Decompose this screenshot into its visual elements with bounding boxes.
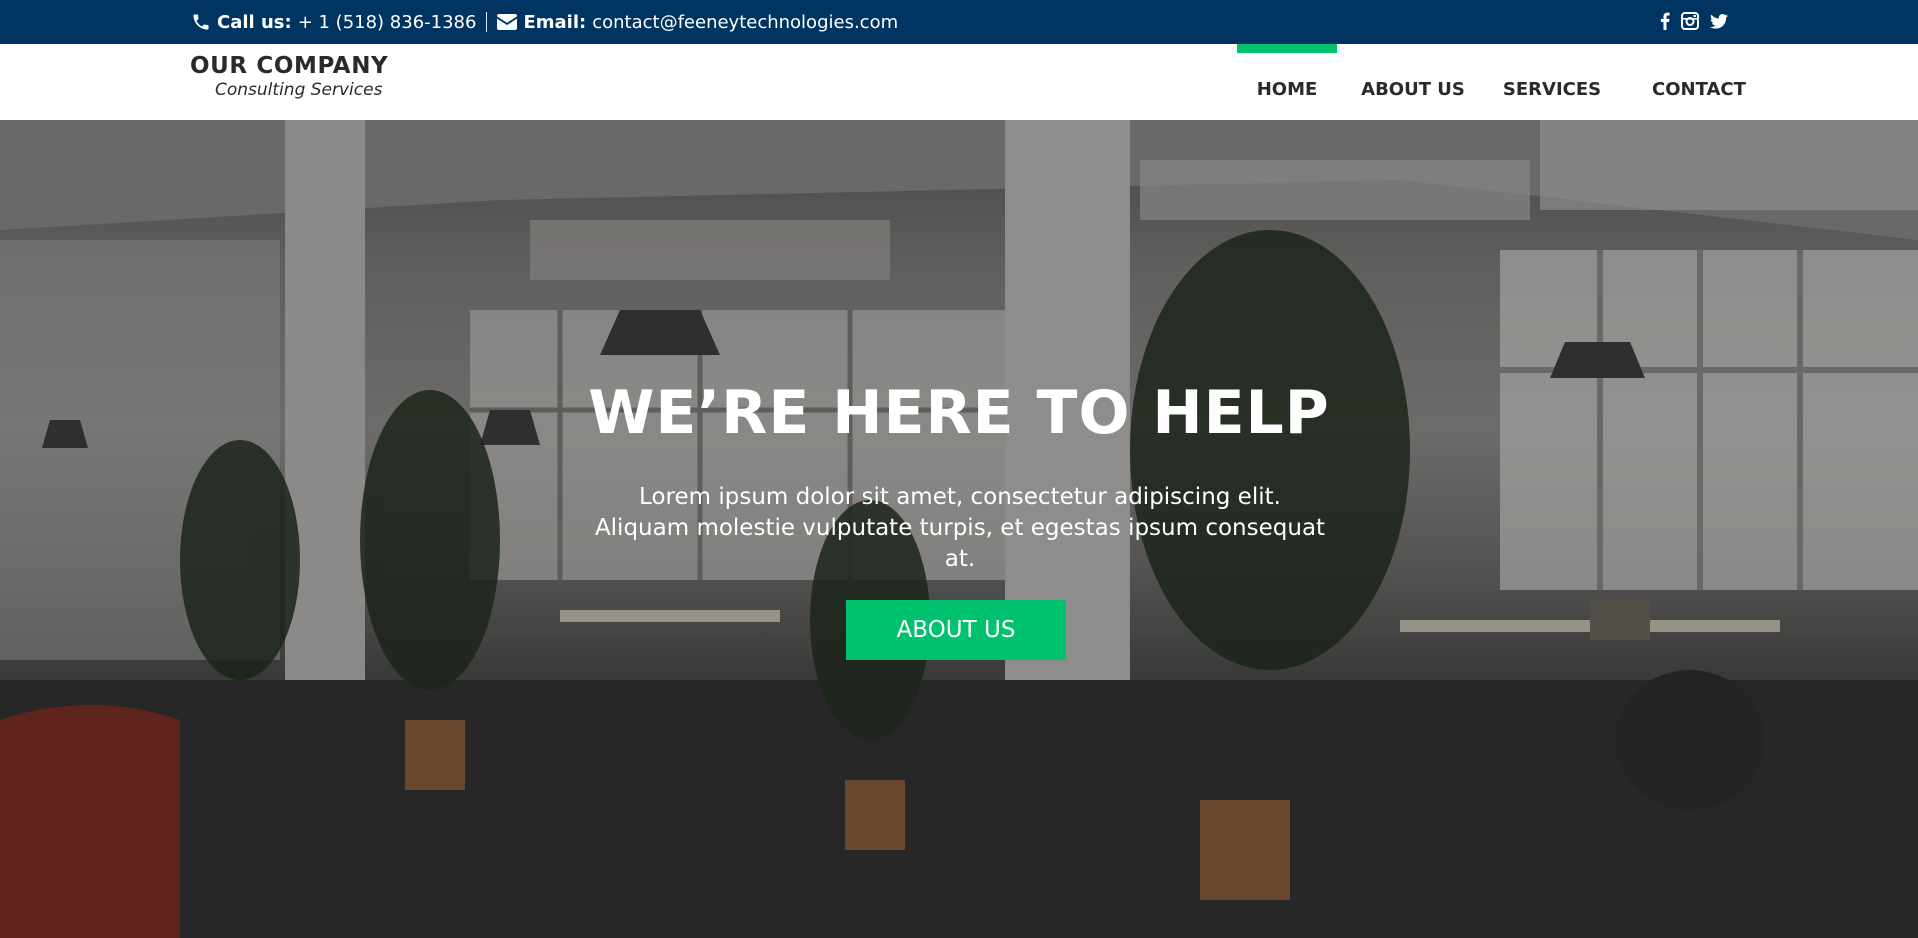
divider: [486, 12, 488, 32]
nav-contact[interactable]: CONTACT: [1650, 44, 1748, 120]
site-header: OUR COMPANY Consulting Services HOME ABO…: [0, 44, 1918, 120]
nav-home[interactable]: HOME: [1237, 44, 1337, 120]
email-contact[interactable]: Email: contact@feeneytechnologies.com: [497, 12, 898, 33]
phone-number[interactable]: + 1 (518) 836-1386: [298, 12, 477, 33]
phone-label: Call us:: [217, 11, 292, 33]
contact-info: Call us: + 1 (518) 836-1386 Email: conta…: [191, 0, 898, 44]
instagram-icon[interactable]: [1681, 12, 1699, 30]
phone-contact[interactable]: Call us: + 1 (518) 836-1386: [191, 12, 476, 33]
email-address[interactable]: contact@feeneytechnologies.com: [592, 12, 898, 33]
nav-about-us[interactable]: ABOUT US: [1360, 44, 1466, 120]
nav-home-label: HOME: [1256, 78, 1318, 100]
facebook-icon[interactable]: [1660, 12, 1670, 30]
nav-about-us-label: ABOUT US: [1361, 78, 1465, 100]
social-links: [1660, 12, 1739, 30]
nav-services[interactable]: SERVICES: [1502, 44, 1602, 120]
hero-section: WE’RE HERE TO HELP Lorem ipsum dolor sit…: [0, 120, 1918, 938]
nav-contact-label: CONTACT: [1652, 78, 1746, 100]
envelope-icon: [497, 14, 518, 30]
main-nav: HOME ABOUT US SERVICES CONTACT: [0, 44, 1918, 120]
hero-title: WE’RE HERE TO HELP: [588, 378, 1330, 448]
nav-services-label: SERVICES: [1502, 78, 1602, 100]
about-us-button-label: ABOUT US: [896, 617, 1016, 643]
phone-icon: [193, 14, 209, 30]
twitter-icon[interactable]: [1710, 13, 1728, 29]
about-us-button[interactable]: ABOUT US: [846, 600, 1066, 660]
top-contact-bar: Call us: + 1 (518) 836-1386 Email: conta…: [0, 0, 1918, 44]
hero-description: Lorem ipsum dolor sit amet, consectetur …: [594, 484, 1326, 572]
email-label: Email:: [523, 11, 587, 33]
